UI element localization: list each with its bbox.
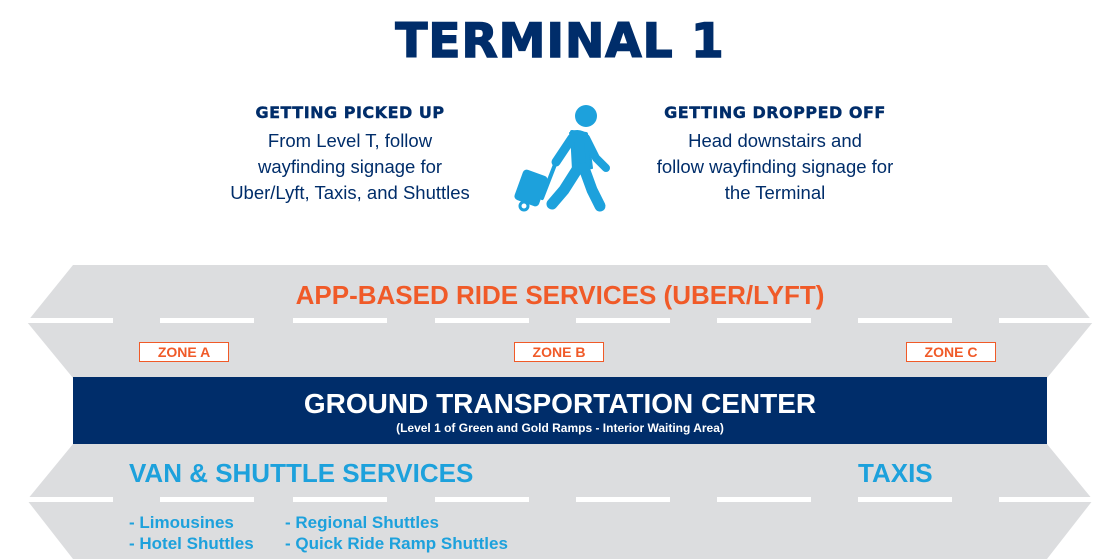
pickup-line: wayfinding signage for xyxy=(257,156,443,177)
zone-a-badge: ZONE A xyxy=(139,342,229,362)
lane-dash xyxy=(858,497,952,502)
list-item: - Hotel Shuttles xyxy=(129,534,254,553)
gtc-subtitle: (Level 1 of Green and Gold Ramps - Inter… xyxy=(396,421,724,435)
dropoff-line: follow wayfinding signage for xyxy=(656,156,894,177)
ground-transportation-center-banner: GROUND TRANSPORTATION CENTER (Level 1 of… xyxy=(73,377,1047,444)
van-services-list-1: - Limousines - Hotel Shuttles xyxy=(129,512,254,554)
lane-dash xyxy=(160,318,254,323)
person-with-rolling-luggage-icon xyxy=(514,105,610,212)
lane-dash xyxy=(435,318,529,323)
list-item: - Regional Shuttles xyxy=(285,513,439,532)
list-item: - Limousines xyxy=(129,513,234,532)
zone-b-badge: ZONE B xyxy=(514,342,604,362)
lane-dash xyxy=(717,318,811,323)
pickup-line: From Level T, follow xyxy=(267,130,433,151)
lane-dash xyxy=(576,318,670,323)
dropoff-line: the Terminal xyxy=(724,182,826,203)
dropoff-heading: GETTING DROPPED OFF xyxy=(664,103,886,122)
dropoff-line: Head downstairs and xyxy=(688,130,862,151)
dropoff-section: GETTING DROPPED OFF Head downstairs and … xyxy=(630,103,920,206)
lane-dash xyxy=(999,497,1093,502)
van-shuttle-title: VAN & SHUTTLE SERVICES xyxy=(129,458,474,488)
lane-dash xyxy=(858,318,952,323)
pickup-section: GETTING PICKED UP From Level T, follow w… xyxy=(200,103,500,206)
van-services-list-2: - Regional Shuttles - Quick Ride Ramp Sh… xyxy=(285,512,508,554)
taxis-title: TAXIS xyxy=(858,458,933,488)
page-title: TERMINAL 1 xyxy=(395,13,725,70)
lane-dash xyxy=(435,497,529,502)
list-item: - Quick Ride Ramp Shuttles xyxy=(285,534,508,553)
lane-dash xyxy=(27,497,113,502)
pickup-text: From Level T, follow wayfinding signage … xyxy=(200,128,500,206)
lane-dash xyxy=(717,497,811,502)
pickup-heading: GETTING PICKED UP xyxy=(255,103,445,122)
lane-dash xyxy=(160,497,254,502)
gtc-title: GROUND TRANSPORTATION CENTER xyxy=(303,388,817,419)
lane-dash xyxy=(999,318,1093,323)
lane-dash xyxy=(293,497,387,502)
lane-dash xyxy=(576,497,670,502)
dropoff-text: Head downstairs and follow wayfinding si… xyxy=(630,128,920,206)
lane-dash xyxy=(293,318,387,323)
lane-dash xyxy=(27,318,113,323)
app-rides-title: APP-BASED RIDE SERVICES (UBER/LYFT) xyxy=(295,280,825,310)
pickup-line: Uber/Lyft, Taxis, and Shuttles xyxy=(230,182,470,203)
zone-c-badge: ZONE C xyxy=(906,342,996,362)
